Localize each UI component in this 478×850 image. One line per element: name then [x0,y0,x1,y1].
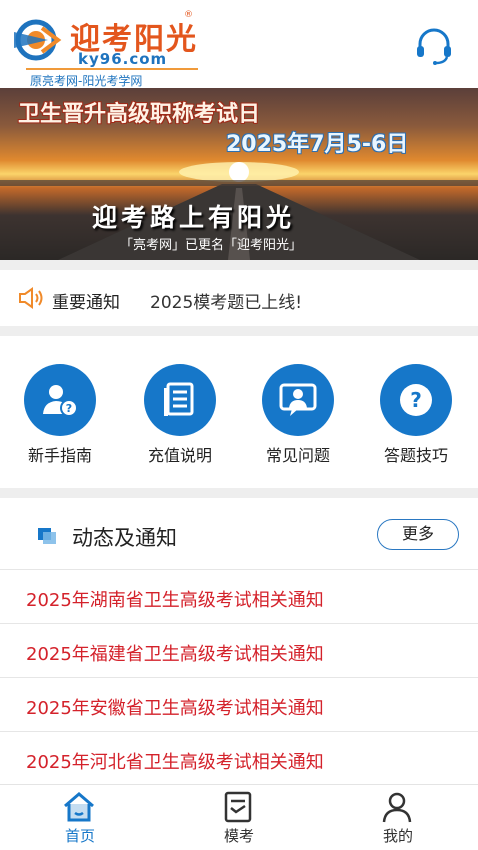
logo-subtitle: 原亮考网-阳光考学网 [30,74,143,88]
logo-url: ky96.com [78,50,168,68]
tab-mock-exam[interactable]: 模考 [159,785,319,850]
notice-bar[interactable]: 重要通知 2025模考题已上线! [0,270,478,326]
document-icon [144,364,216,436]
tab-label: 模考 [223,827,254,845]
faq-chat-icon [262,364,334,436]
news-section: 动态及通知 更多 2025年湖南省卫生高级考试相关通知 2025年福建省卫生高级… [0,498,478,788]
brand-logo: 迎考阳光 ® ky96.com 原亮考网-阳光考学网 [12,10,202,88]
quick-menu: ? 新手指南 充值说明 常见问题 ? 答题技巧 [0,336,478,488]
quick-item-label: 常见问题 [265,446,330,465]
section-divider [0,326,478,336]
quick-item-recharge-info[interactable]: 充值说明 [130,364,230,474]
logo-divider [26,68,198,70]
svg-text:?: ? [66,402,72,415]
section-divider [0,260,478,270]
user-help-icon: ? [24,364,96,436]
section-marker-icon [38,528,56,544]
news-header: 动态及通知 更多 [0,498,478,570]
exam-icon [224,791,252,823]
news-item-title[interactable]: 2025年福建省卫生高级考试相关通知 [26,640,324,666]
banner-title: 卫生晋升高级职称考试日 [18,102,261,127]
news-title: 动态及通知 [72,526,177,550]
news-item[interactable]: 2025年湖南省卫生高级考试相关通知 [0,570,478,624]
tab-mine[interactable]: 我的 [318,785,478,850]
svg-text:?: ? [410,388,422,412]
quick-item-beginner-guide[interactable]: ? 新手指南 [10,364,110,474]
quick-item-faq[interactable]: 常见问题 [248,364,348,474]
tab-label: 我的 [382,827,413,845]
bottom-tab-bar: 首页 模考 我的 [0,784,478,850]
speaker-icon [19,287,43,309]
news-item[interactable]: 2025年福建省卫生高级考试相关通知 [0,624,478,678]
news-item-title[interactable]: 2025年湖南省卫生高级考试相关通知 [26,586,324,612]
news-item-title[interactable]: 2025年河北省卫生高级考试相关通知 [26,748,324,774]
profile-icon [382,792,412,823]
tab-label: 首页 [64,827,95,845]
registered-mark: ® [184,10,193,20]
tab-home[interactable]: 首页 [0,785,160,850]
headset-icon[interactable] [414,26,454,66]
news-item-title[interactable]: 2025年安徽省卫生高级考试相关通知 [26,694,324,720]
banner-date: 2025年7月5-6日 [226,132,409,157]
news-item[interactable]: 2025年安徽省卫生高级考试相关通知 [0,678,478,732]
question-icon: ? [380,364,452,436]
news-item[interactable]: 2025年河北省卫生高级考试相关通知 [0,732,478,786]
quick-item-label: 答题技巧 [383,446,448,465]
banner-slogan: 迎考路上有阳光 [92,203,296,232]
home-icon [64,792,94,822]
notice-text[interactable]: 2025模考题已上线! [150,288,302,313]
notice-label: 重要通知 [52,293,120,313]
app-header: 迎考阳光 ® ky96.com 原亮考网-阳光考学网 [0,0,478,88]
logo-emblem-icon [14,19,62,61]
section-divider [0,488,478,498]
promo-banner[interactable]: 卫生晋升高级职称考试日 2025年7月5-6日 迎考路上有阳光 「亮考网」已更名… [0,88,478,260]
quick-item-label: 充值说明 [147,446,212,465]
more-button[interactable]: 更多 [377,519,459,550]
banner-note: 「亮考网」已更名「迎考阳光」 [120,238,303,253]
quick-item-answer-tips[interactable]: ? 答题技巧 [366,364,466,474]
quick-item-label: 新手指南 [27,446,92,465]
